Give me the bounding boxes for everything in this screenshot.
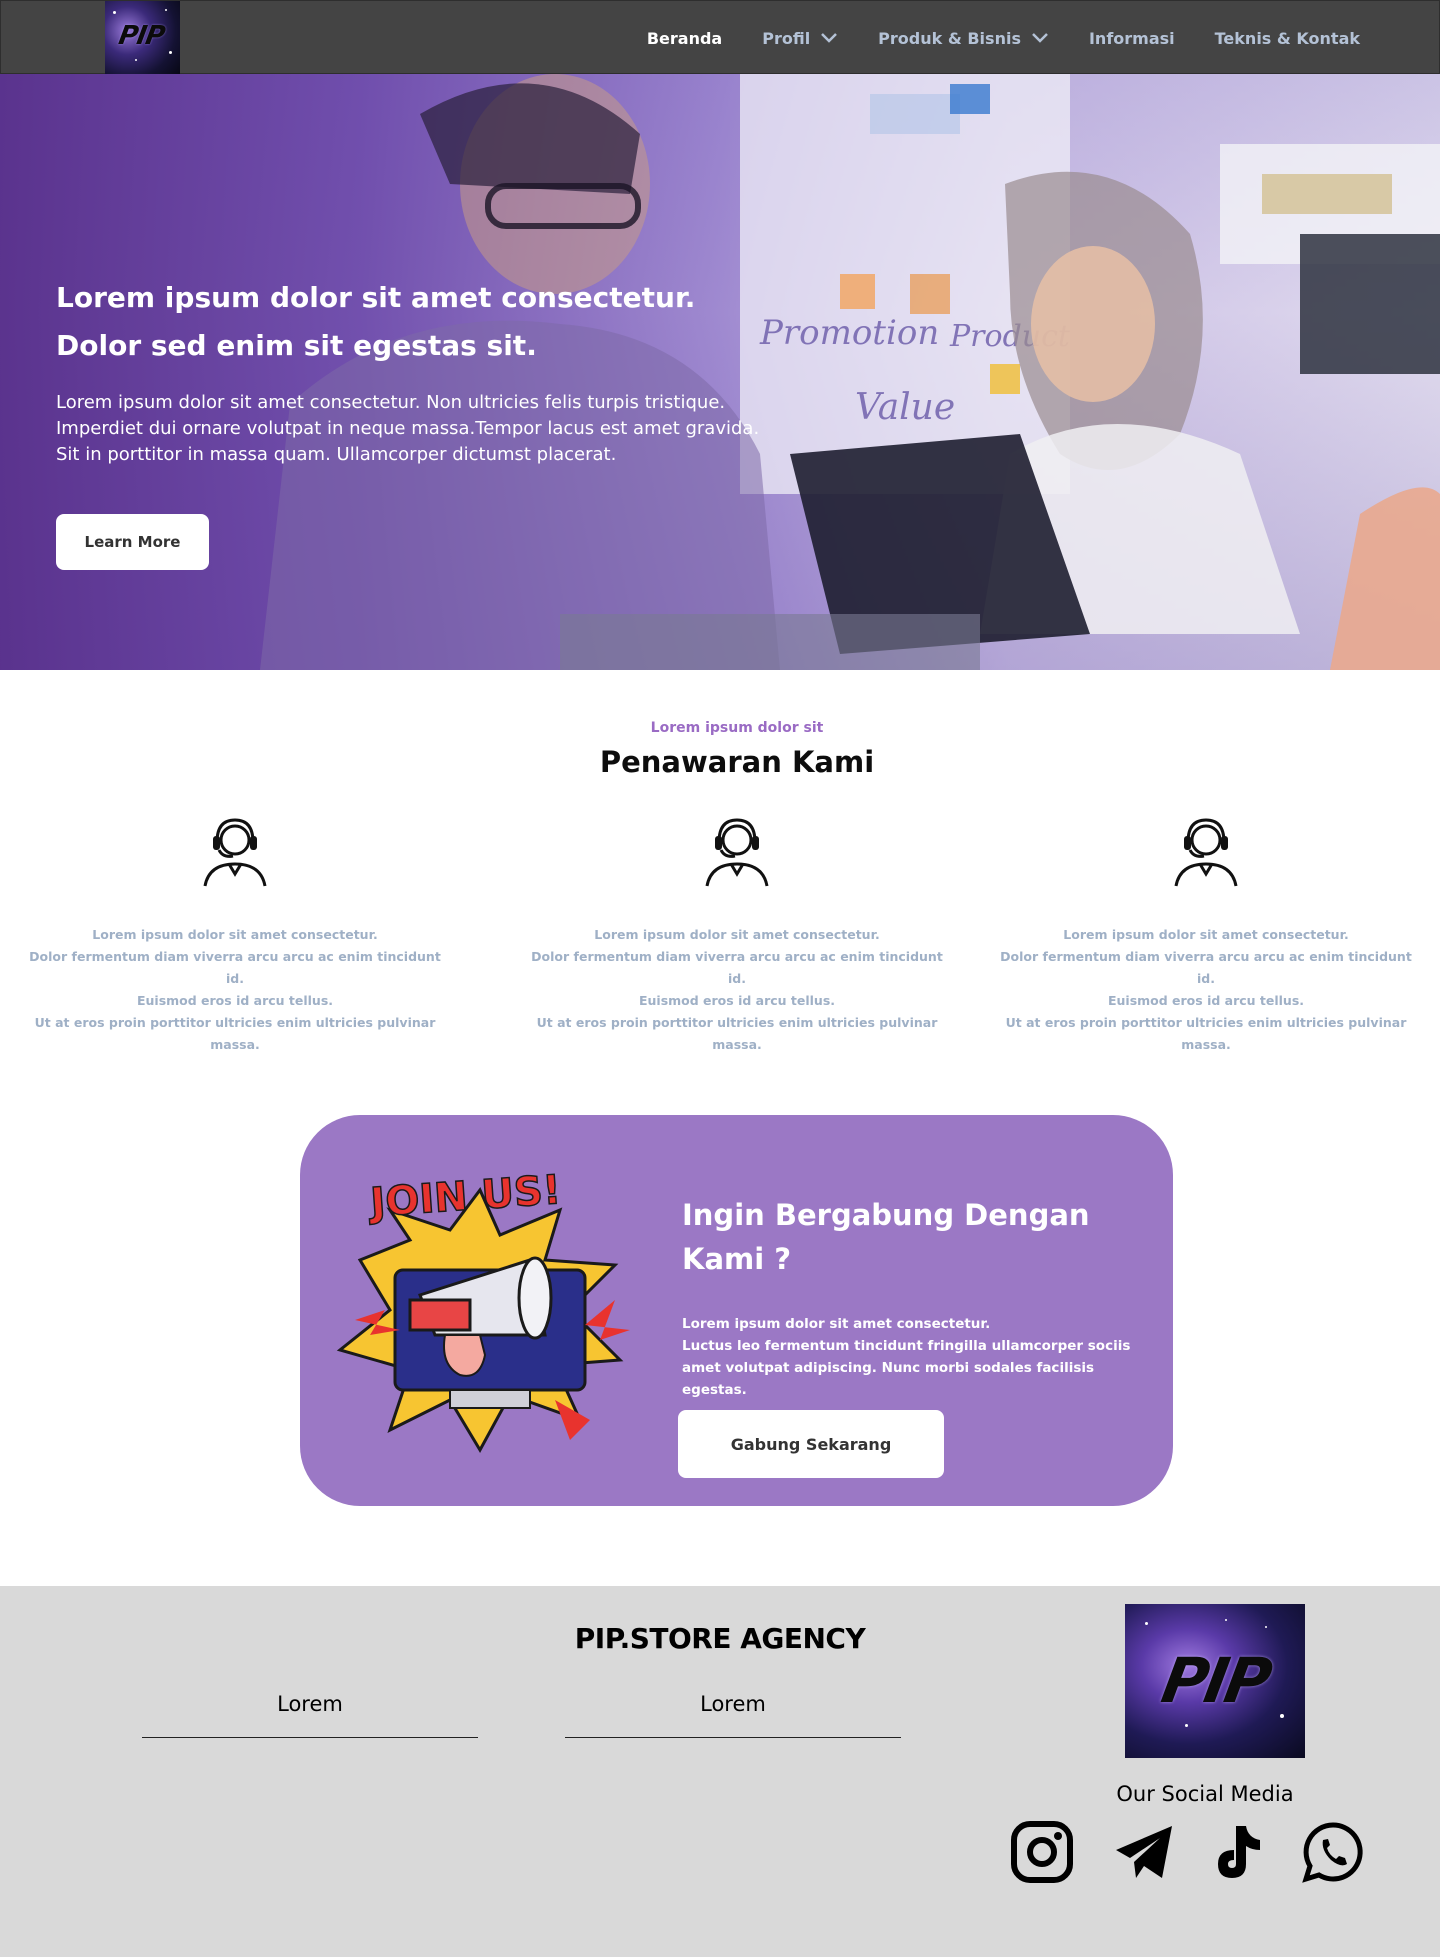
nav-profil[interactable]: Profil [762,29,838,48]
whatsapp-icon[interactable] [1301,1820,1365,1884]
whiteboard-word-value: Value [855,387,955,428]
instagram-icon[interactable] [1010,1820,1074,1884]
offer-card-3: Lorem ipsum dolor sit amet consectetur. … [996,810,1416,1056]
offer-card-1: Lorem ipsum dolor sit amet consectetur. … [25,810,445,1056]
footer-link-lorem-2[interactable]: Lorem [565,1692,901,1738]
join-title-line2: Kami ? [682,1242,792,1276]
nav-profil-label: Profil [762,28,811,48]
join-title-line1: Ingin Bergabung Dengan [682,1198,1090,1232]
offer-card-2-text: Lorem ipsum dolor sit amet consectetur. … [531,927,943,1052]
chevron-down-icon [1032,33,1048,43]
nav-teknis-kontak-label: Teknis & Kontak [1214,28,1360,48]
join-card: JOIN US! Ingin Bergabung Dengan Kami ? L… [300,1115,1173,1506]
customer-support-icon [203,818,267,887]
footer-logo-text: PIP [1156,1644,1275,1717]
section-kicker: Lorem ipsum dolor sit [650,720,824,736]
footer-link-lorem-1[interactable]: Lorem [142,1692,478,1738]
join-now-button[interactable]: Gabung Sekarang [678,1410,944,1478]
footer: PIP.STORE AGENCY Lorem Lorem PIP Our Soc… [0,1586,1440,1957]
main-nav: Beranda Profil Produk & Bisnis Informasi… [607,1,1360,75]
nav-produk-bisnis-label: Produk & Bisnis [878,28,1021,48]
customer-support-icon [1174,818,1238,887]
hero-background-image: Promotion Product Value [260,74,1440,670]
footer-logo: PIP [1125,1604,1305,1758]
section-title: Penawaran Kami [599,745,875,779]
chevron-down-icon [821,33,838,43]
brand-logo[interactable]: PIP [105,1,180,75]
hero-title-line1: Lorem ipsum dolor sit amet consectetur. [56,281,696,314]
nav-beranda-label: Beranda [646,28,723,48]
top-navbar: PIP Beranda Profil Produk & Bisnis Infor… [0,0,1440,75]
offer-card-1-text: Lorem ipsum dolor sit amet consectetur. … [29,927,441,1052]
social-media-label: Our Social Media [1116,1782,1294,1806]
nav-produk-bisnis[interactable]: Produk & Bisnis [878,29,1049,48]
hero-desc-line2: Imperdiet dui ornare volutpat in neque m… [56,418,760,439]
hero-description: Lorem ipsum dolor sit amet consectetur. … [56,390,816,468]
nav-informasi-label: Informasi [1088,28,1175,48]
join-description: Lorem ipsum dolor sit amet consectetur. … [682,1316,1131,1398]
hero-title: Lorem ipsum dolor sit amet consectetur. … [56,274,856,370]
offer-card-2: Lorem ipsum dolor sit amet consectetur. … [527,810,947,1056]
hero-desc-line3: Sit in porttitor in massa quam. Ullamcor… [56,444,617,465]
social-media-links [1010,1820,1365,1888]
hero-title-line2: Dolor sed enim sit egestas sit. [56,329,537,362]
join-us-illustration-text: JOIN US! [366,1167,562,1226]
brand-logo-text: PIP [116,21,167,51]
tiktok-icon[interactable] [1206,1820,1270,1884]
offer-card-3-text: Lorem ipsum dolor sit amet consectetur. … [1000,927,1412,1052]
hero-banner: Promotion Product Value Lorem ipsum dolo… [0,74,1440,670]
join-title: Ingin Bergabung Dengan Kami ? [682,1193,1102,1281]
learn-more-button[interactable]: Learn More [56,514,209,570]
nav-beranda[interactable]: Beranda [647,29,722,48]
nav-teknis-kontak[interactable]: Teknis & Kontak [1215,29,1360,48]
join-us-illustration: JOIN US! [336,1166,630,1454]
telegram-icon[interactable] [1112,1820,1176,1884]
hero-desc-line1: Lorem ipsum dolor sit amet consectetur. … [56,392,726,413]
nav-informasi[interactable]: Informasi [1089,29,1175,48]
customer-support-icon [705,818,769,887]
